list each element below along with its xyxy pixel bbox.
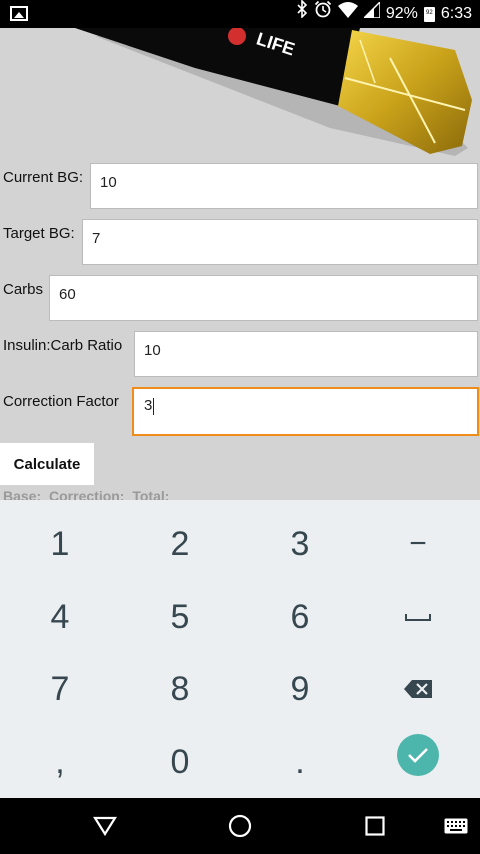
recents-button[interactable]: [345, 798, 405, 854]
current-bg-input[interactable]: 10: [90, 163, 478, 209]
home-button[interactable]: [210, 798, 270, 854]
correction-label: Correction Factor: [3, 393, 119, 410]
recents-square-icon: [365, 816, 385, 836]
numeric-keyboard: 1 2 3 − 4 5 6 7 8 9 , 0 .: [0, 500, 480, 798]
status-bar: 92% 92 6:33: [0, 0, 480, 28]
carbs-row: Carbs 60: [0, 275, 480, 331]
space-key[interactable]: [358, 581, 478, 653]
back-triangle-icon: [93, 816, 117, 836]
key-4[interactable]: 4: [0, 581, 120, 653]
target-bg-input[interactable]: 7: [82, 219, 478, 265]
key-8[interactable]: 8: [120, 653, 240, 725]
backspace-icon: [404, 680, 432, 698]
current-bg-label: Current BG:: [3, 169, 84, 186]
key-minus[interactable]: −: [358, 508, 478, 580]
carbs-value: 60: [59, 286, 76, 303]
checkmark-icon: [408, 748, 428, 763]
correction-value: 3: [144, 397, 153, 414]
done-key[interactable]: [358, 719, 478, 791]
back-button[interactable]: [75, 798, 135, 854]
bluetooth-icon: [296, 0, 308, 28]
carbs-label: Carbs: [3, 281, 44, 298]
battery-percent: 92%: [385, 5, 418, 22]
wifi-icon: [337, 0, 358, 28]
space-icon: [405, 614, 431, 621]
home-circle-icon: [228, 814, 252, 838]
backspace-key[interactable]: [358, 653, 478, 725]
key-2[interactable]: 2: [120, 508, 240, 580]
battery-icon: 92: [423, 6, 435, 22]
key-7[interactable]: 7: [0, 653, 120, 725]
key-3[interactable]: 3: [240, 508, 360, 580]
key-6[interactable]: 6: [240, 581, 360, 653]
key-0[interactable]: 0: [120, 726, 240, 798]
text-caret: [153, 397, 155, 415]
navigation-bar: [0, 798, 480, 854]
keyboard-icon: [444, 818, 468, 834]
gallery-icon: [10, 6, 28, 21]
target-bg-label: Target BG:: [3, 225, 75, 242]
current-bg-row: Current BG: 10: [0, 163, 480, 219]
clock-time: 6:33: [440, 5, 472, 22]
app-banner: LIFE: [0, 28, 480, 163]
key-period[interactable]: .: [240, 726, 360, 798]
done-button[interactable]: [397, 734, 439, 776]
key-5[interactable]: 5: [120, 581, 240, 653]
ratio-input[interactable]: 10: [134, 331, 478, 377]
key-comma[interactable]: ,: [0, 726, 120, 798]
key-9[interactable]: 9: [240, 653, 360, 725]
target-bg-row: Target BG: 7: [0, 219, 480, 275]
ratio-label: Insulin:Carb Ratio: [3, 337, 123, 354]
ratio-row: Insulin:Carb Ratio 10: [0, 331, 480, 387]
keyboard-switch-button[interactable]: [426, 798, 480, 854]
correction-row: Correction Factor 3: [0, 387, 480, 443]
correction-input[interactable]: 3: [132, 387, 479, 436]
alarm-icon: [314, 0, 332, 28]
status-icons: 92% 92 6:33: [296, 0, 472, 28]
carbs-input[interactable]: 60: [49, 275, 478, 321]
calculate-button[interactable]: Calculate: [0, 443, 94, 485]
key-1[interactable]: 1: [0, 508, 120, 580]
signal-icon: [362, 0, 381, 28]
current-bg-value: 10: [100, 174, 117, 191]
target-bg-value: 7: [92, 230, 101, 247]
ratio-value: 10: [144, 342, 161, 359]
sim-badge: 92: [426, 9, 433, 16]
